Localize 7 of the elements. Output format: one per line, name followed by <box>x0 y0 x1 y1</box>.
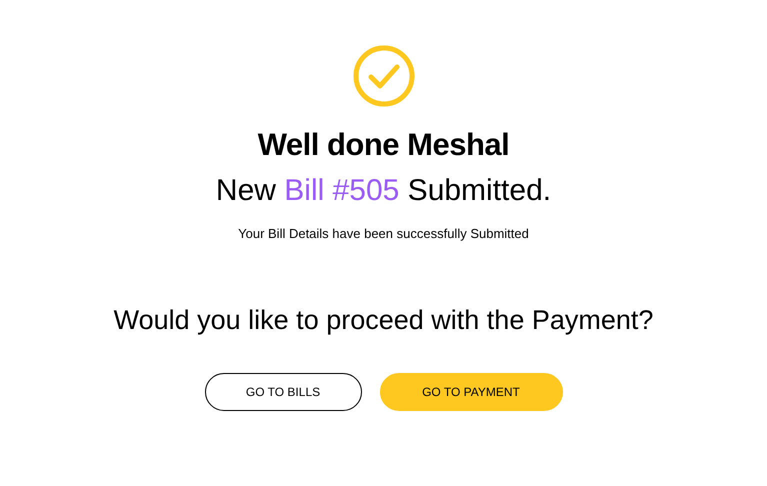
success-message: Your Bill Details have been successfully Submitted <box>238 225 529 244</box>
check-circle-icon <box>352 44 416 108</box>
payment-button[interactable]: GO TO PAYMENT <box>380 373 562 412</box>
greeting-heading: Well done Meshal <box>258 126 510 164</box>
submitted-heading: New Bill #505 Submitted. <box>216 173 552 210</box>
payment-question: Would you like to proceed with the Payment? <box>114 304 654 336</box>
bills-button[interactable]: GO TO BILLS <box>204 373 362 412</box>
